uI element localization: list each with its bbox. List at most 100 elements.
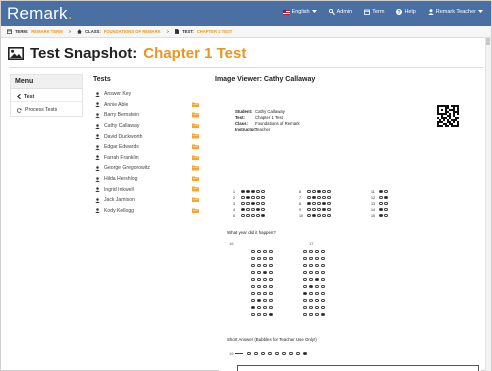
answer-bubble [383, 195, 388, 200]
test-row[interactable]: Kody Kellogg [93, 206, 205, 217]
answer-bubble [260, 201, 265, 206]
sheet-student: Cathy Callaway [255, 109, 285, 114]
test-row[interactable]: Farrah Franklin [93, 153, 205, 164]
digit-bubble [320, 270, 325, 275]
test-row-name: George Gregorowitz [104, 165, 150, 172]
answer-bubble [255, 189, 260, 194]
breadcrumb-class[interactable]: FOUNDATIONS OF REMARK [104, 29, 161, 34]
calendar-icon [7, 29, 12, 34]
answer-bubble [255, 213, 260, 218]
sheet-test: Chapter 1 Test [255, 115, 283, 120]
digit-bubble [314, 249, 319, 254]
test-row[interactable]: George Gregorowitz [93, 163, 205, 174]
digit-bubble [303, 284, 307, 289]
test-row[interactable]: Edgar Edwards [93, 142, 205, 153]
answer-bubble [326, 213, 331, 218]
answer-bubble [311, 213, 316, 218]
test-row[interactable]: Ingrid Inkwell [93, 184, 205, 195]
answer-bubble [321, 213, 326, 218]
help-link[interactable]: ? Help [396, 9, 416, 15]
tests-panel: Tests Answer Key Annie Able Barry Bernstei… [93, 76, 205, 216]
folder-icon[interactable] [192, 144, 199, 150]
admin-link[interactable]: Admin [328, 9, 352, 15]
user-icon [95, 102, 100, 108]
test-row[interactable]: Hilda Hershlog [93, 174, 205, 185]
folder-icon[interactable] [192, 176, 199, 182]
app-logo[interactable]: Remark. [7, 4, 73, 24]
test-row[interactable]: Annie Able [93, 100, 205, 111]
folder-icon[interactable] [192, 102, 199, 108]
folder-icon[interactable] [192, 208, 199, 214]
folder-icon[interactable] [192, 112, 199, 118]
digit-bubble [314, 291, 319, 296]
digit-bubble [268, 256, 273, 261]
folder-icon[interactable] [192, 123, 199, 129]
answer-bubble [260, 207, 265, 212]
question-number: 2 [233, 196, 235, 200]
user-icon [95, 166, 100, 171]
digit-bubble [251, 305, 255, 310]
answer-bubble [326, 189, 331, 194]
term-link[interactable]: Term [364, 9, 384, 15]
folder-icon[interactable] [192, 133, 199, 139]
folder-icon[interactable] [192, 197, 199, 203]
answer-bubble [241, 195, 245, 200]
digit-bubble [320, 263, 325, 268]
digit-bubble [256, 249, 261, 254]
caret-down-icon [478, 10, 483, 13]
digit-bubble [308, 249, 313, 254]
test-row[interactable]: Barry Bernstein [93, 110, 205, 121]
digit-bubble [251, 277, 255, 282]
digit-bubble [314, 263, 319, 268]
digit-bubble [308, 312, 313, 317]
open-question: What year did it happen? [227, 230, 276, 235]
answer-bubble [383, 201, 388, 206]
tests-heading: Tests [93, 76, 111, 83]
bubble-row [303, 291, 327, 298]
scrollbar-thumb[interactable] [486, 38, 490, 45]
digit-bubble [262, 284, 267, 289]
question-number: 11 [371, 190, 375, 194]
digit-bubble [314, 298, 319, 303]
answer-bubble [316, 201, 321, 206]
digit-bubble [268, 263, 273, 268]
page-title: Test Snapshot: Chapter 1 Test [8, 45, 246, 62]
user-icon [95, 134, 100, 140]
digit-bubble [256, 277, 261, 282]
answer-bubble [307, 201, 311, 206]
test-row[interactable]: Cathy Callaway [93, 121, 205, 132]
user-icon [95, 155, 100, 161]
menu-item-process-tests[interactable]: Process Tests [11, 102, 82, 115]
breadcrumb-test[interactable]: CHAPTER 1 TEST [197, 29, 233, 34]
test-row-name: Annie Able [104, 101, 129, 108]
bubble-row [251, 263, 275, 270]
digit-bubble [303, 256, 307, 261]
breadcrumb-term[interactable]: REMARK TERM [31, 29, 62, 34]
test-row[interactable]: Answer Key [93, 89, 205, 100]
digit-bubble [308, 256, 313, 261]
answer-bubble [311, 189, 316, 194]
test-row[interactable]: Jack Jamison [93, 195, 205, 206]
digit-bubble [303, 291, 307, 296]
user-icon [95, 113, 100, 118]
test-row[interactable]: David Duckworth [93, 131, 205, 142]
bubble-row [303, 312, 327, 319]
score-bubble [289, 351, 293, 356]
short-answer-bubbles: 19 [229, 351, 308, 356]
answer-bubble [241, 201, 245, 206]
user-icon [95, 145, 100, 150]
folder-icon[interactable] [192, 155, 199, 161]
answer-bubble [245, 201, 250, 206]
menu-item-test[interactable]: Test [11, 89, 82, 102]
digit-bubble [314, 305, 319, 310]
answer-row: 10 [299, 213, 332, 219]
sheet-info: Student: Cathy Callaway Test: Chapter 1 Te… [235, 109, 300, 132]
user-menu[interactable]: Remark Teacher [428, 9, 483, 15]
language-menu[interactable]: English [282, 9, 317, 15]
digit-bubble [303, 305, 307, 310]
folder-icon[interactable] [192, 165, 199, 171]
scrollbar[interactable] [485, 38, 491, 371]
question-number: 7 [299, 196, 301, 200]
folder-icon[interactable] [192, 186, 199, 192]
svg-text:?: ? [398, 10, 401, 15]
